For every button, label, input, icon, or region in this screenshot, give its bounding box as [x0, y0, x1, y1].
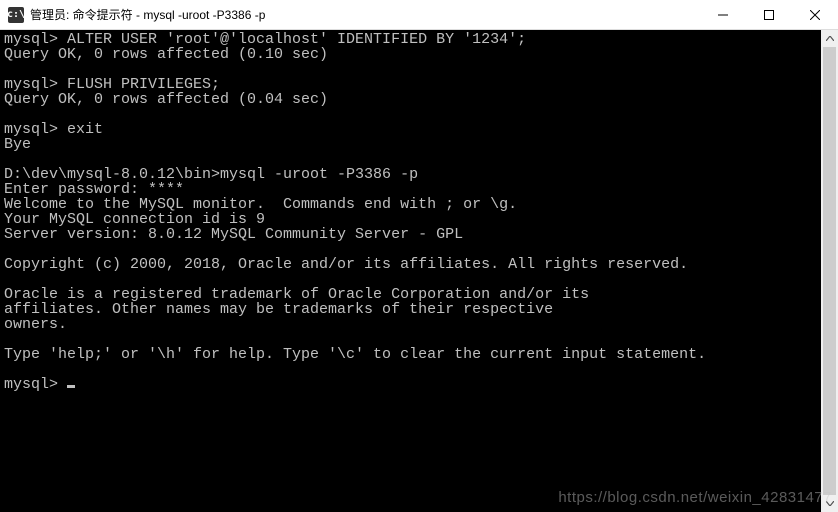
- window-title: 管理员: 命令提示符 - mysql -uroot -P3386 -p: [30, 6, 700, 23]
- close-icon: [810, 10, 820, 20]
- minimize-icon: [718, 10, 728, 20]
- chevron-up-icon: [826, 36, 834, 41]
- terminal-output[interactable]: mysql> ALTER USER 'root'@'localhost' IDE…: [0, 30, 821, 512]
- maximize-icon: [764, 10, 774, 20]
- vertical-scrollbar[interactable]: [821, 30, 838, 512]
- close-button[interactable]: [792, 0, 838, 29]
- chevron-down-icon: [826, 501, 834, 506]
- cmd-icon: c:\: [8, 7, 24, 23]
- window-controls: [700, 0, 838, 29]
- scroll-thumb[interactable]: [823, 47, 836, 495]
- minimize-button[interactable]: [700, 0, 746, 29]
- terminal-cursor: [67, 385, 75, 388]
- window-titlebar: c:\ 管理员: 命令提示符 - mysql -uroot -P3386 -p: [0, 0, 838, 30]
- scroll-track[interactable]: [821, 47, 838, 495]
- scroll-down-button[interactable]: [821, 495, 838, 512]
- scroll-up-button[interactable]: [821, 30, 838, 47]
- maximize-button[interactable]: [746, 0, 792, 29]
